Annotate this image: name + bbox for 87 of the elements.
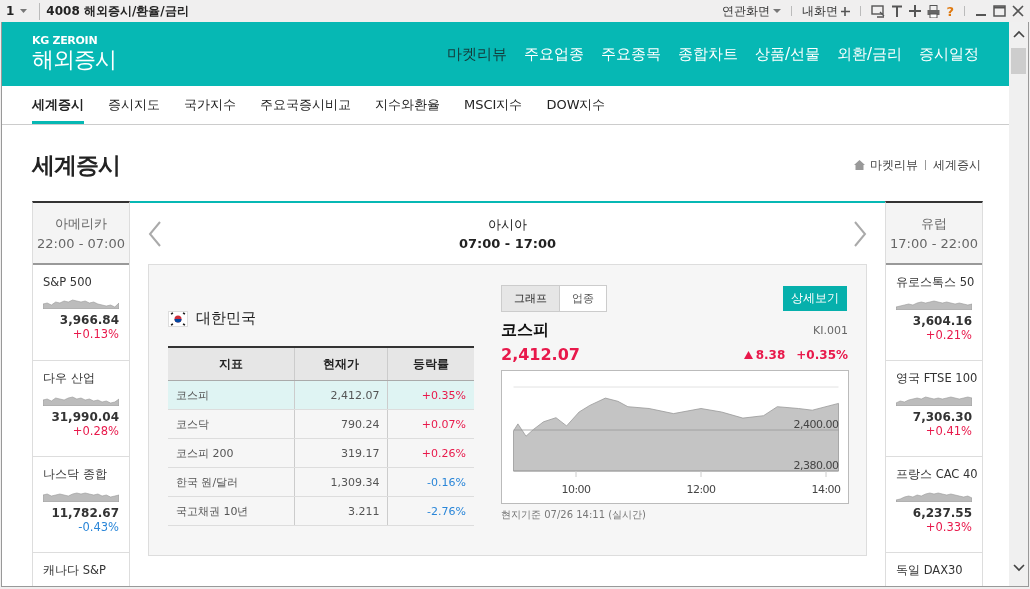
tab[interactable]: 세계증시 (32, 86, 84, 124)
table-cell[interactable]: 한국 원/달러 (168, 467, 295, 497)
table-cell[interactable]: 코스피 200 (168, 438, 295, 468)
scroll-up-icon[interactable] (1012, 30, 1025, 38)
index-change: +0.41% (925, 424, 972, 438)
index-name[interactable]: 다우 산업 (43, 371, 95, 386)
table-cell: 3.211 (294, 496, 388, 526)
tab[interactable]: DOW지수 (546, 86, 606, 124)
index-change: -0.43% (78, 520, 119, 534)
country-name: 대한민국 (196, 309, 256, 328)
column-header: 등락률 (387, 347, 474, 381)
printer-icon[interactable] (927, 4, 941, 18)
index-name[interactable]: 독일 DAX30 (896, 563, 963, 578)
change-rate: +0.35% (796, 347, 848, 362)
tab[interactable]: 증시지도 (108, 86, 160, 124)
screen-number[interactable]: 1 (6, 4, 15, 18)
index-name[interactable]: 캐나다 S&P (43, 563, 106, 578)
index-value: 3,966.84 (59, 313, 119, 327)
table-cell: 2,412.07 (294, 380, 388, 410)
tab[interactable]: 그래프 (502, 286, 559, 311)
table-cell[interactable]: 국고채권 10년 (168, 496, 295, 526)
close-icon[interactable] (1012, 5, 1024, 17)
scroll-down-icon[interactable] (1012, 564, 1025, 572)
table-cell: +0.26% (387, 438, 474, 468)
x-tick-label: 10:00 (561, 483, 591, 496)
toolbar-link[interactable]: 연관화면 (722, 2, 782, 20)
index-name[interactable]: 영국 FTSE 100 (896, 371, 978, 386)
caret-icon (773, 9, 782, 13)
page-title: 세계증시 (32, 150, 120, 180)
index-change: +0.33% (925, 520, 972, 534)
table-cell: -2.76% (387, 496, 474, 526)
table-cell: 1,309.34 (294, 467, 388, 497)
scrollbar-thumb[interactable] (1011, 48, 1026, 74)
scrollbar[interactable] (1009, 22, 1028, 586)
flag-icon (168, 310, 188, 327)
index-name[interactable]: 프랑스 CAC 40 (896, 467, 978, 482)
table-cell: 790.24 (294, 409, 388, 439)
index-value: 31,990.04 (51, 410, 119, 424)
table-cell: +0.35% (387, 380, 474, 410)
y-tick-label: 2,380.00 (793, 459, 839, 472)
table-cell[interactable]: 코스닥 (168, 409, 295, 439)
plus-icon[interactable] (909, 5, 922, 17)
breadcrumb-link[interactable]: 세계증시 (933, 156, 982, 174)
breadcrumb-link[interactable]: 마켓리뷰 (870, 156, 919, 174)
index-name[interactable]: 유로스톡스 50 (896, 275, 975, 290)
tab[interactable]: 주요국증시비교 (260, 86, 351, 124)
monitor-icon[interactable] (871, 4, 886, 18)
index-change: +0.13% (72, 327, 119, 341)
tab[interactable]: 업종 (559, 286, 606, 311)
index-change: +0.21% (925, 328, 972, 342)
font-size-icon[interactable] (891, 4, 904, 18)
column-header: 지표 (168, 347, 295, 381)
tab[interactable]: 지수와환율 (375, 86, 440, 124)
index-name[interactable]: S&P 500 (43, 275, 92, 289)
tab[interactable]: 국가지수 (184, 86, 236, 124)
maximize-icon[interactable] (993, 5, 1006, 17)
index-price: 2,412.07 (501, 345, 580, 364)
index-name[interactable]: 나스닥 종합 (43, 467, 107, 482)
plus-icon (841, 6, 851, 16)
window-title: 4008 해외증시/환율/금리 (39, 2, 189, 20)
x-tick-label: 14:00 (811, 483, 841, 496)
tab[interactable]: MSCI지수 (464, 86, 523, 124)
index-value: 7,306.30 (912, 410, 972, 424)
table-cell: -0.16% (387, 467, 474, 497)
table-cell: +0.07% (387, 409, 474, 439)
index-value: 11,782.67 (51, 506, 119, 520)
price-change: 8.38 (755, 347, 786, 362)
toolbar-link[interactable]: 내화면 (802, 2, 851, 20)
home-icon[interactable] (854, 160, 866, 170)
index-value: 3,604.16 (912, 314, 972, 328)
timestamp: 현지기준 07/26 14:11 (실시간) (501, 508, 647, 522)
index-value: 6,237.55 (912, 506, 972, 520)
table-cell: 319.17 (294, 438, 388, 468)
brand-logo-text: KG ZEROIN (32, 35, 99, 47)
index-name: 코스피 (501, 320, 549, 341)
caret-icon[interactable] (20, 9, 28, 13)
x-tick-label: 12:00 (686, 483, 716, 496)
column-header: 현재가 (294, 347, 388, 381)
region-name: 아시아 (487, 216, 528, 234)
nav-link[interactable]: 마켓리뷰 (446, 44, 507, 64)
region-hours: 07:00 - 17:00 (458, 236, 557, 251)
region-tab[interactable]: 아메리카 22:00 - 07:00 (33, 203, 129, 265)
region-tab[interactable]: 유럽 17:00 - 22:00 (886, 203, 982, 265)
y-tick-label: 2,400.00 (793, 418, 839, 431)
index-code: KI.001 (813, 324, 848, 337)
table-cell[interactable]: 코스피 (168, 380, 295, 410)
index-change: +0.28% (72, 424, 119, 438)
